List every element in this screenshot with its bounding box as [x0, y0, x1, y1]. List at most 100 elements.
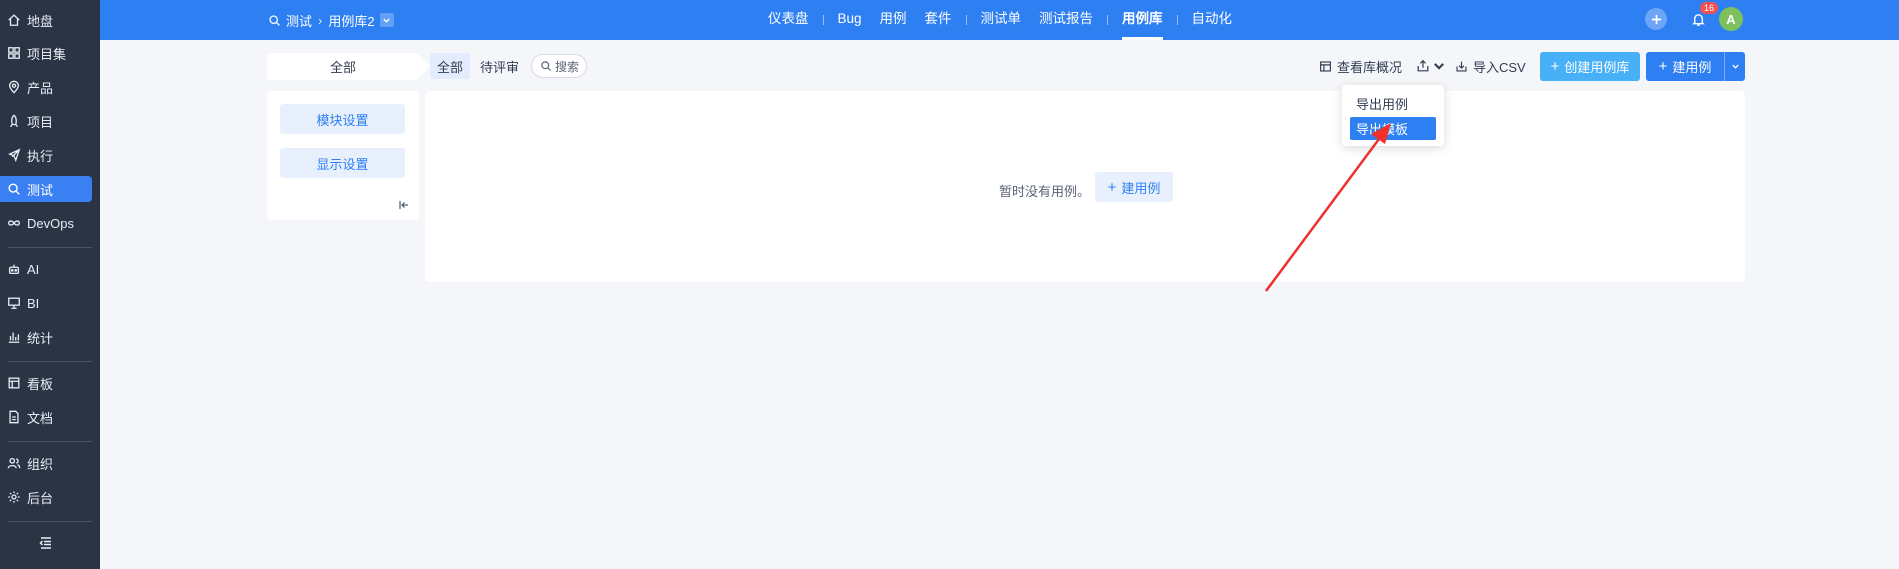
create-case-split-button: + 建用例 — [1646, 52, 1745, 81]
import-csv-button[interactable]: 导入CSV — [1455, 53, 1526, 79]
sidebar-item-org[interactable]: 组织 — [0, 450, 92, 476]
document-icon — [7, 410, 21, 424]
import-icon — [1456, 61, 1467, 72]
search-label: 搜索 — [555, 59, 580, 74]
sidebar-item-label: DevOps — [27, 215, 74, 231]
sidebar-item-bi[interactable]: BI — [0, 290, 92, 316]
sidebar-item-label: 统计 — [27, 330, 54, 346]
sidebar-item-label: BI — [27, 295, 40, 311]
bar-chart-icon — [7, 330, 21, 344]
people-icon — [7, 456, 21, 470]
top-navbar: 测试 › 用例库2 仪表盘 Bug 用例 套件 测试单 测试报告 用例库 自动化… — [100, 0, 1899, 40]
plus-icon: + — [1550, 58, 1560, 75]
sidebar-item-label: AI — [27, 261, 40, 277]
rocket-icon — [7, 114, 21, 128]
user-avatar[interactable]: A — [1719, 7, 1743, 31]
quick-create-button[interactable] — [1645, 8, 1667, 30]
sidebar-item-label: 测试 — [27, 182, 54, 198]
nav-bug[interactable]: Bug — [824, 0, 876, 40]
sidebar-item-project[interactable]: 项目 — [0, 108, 92, 134]
nav-suites[interactable]: 套件 — [921, 0, 966, 40]
sidebar-item-kanban[interactable]: 看板 — [0, 370, 92, 396]
sidebar-divider — [8, 521, 92, 522]
chevron-down-icon — [383, 18, 390, 23]
module-tree-panel: 模块设置 显示设置 — [267, 91, 419, 220]
annotation-arrow-icon — [1264, 123, 1391, 292]
import-csv-label: 导入CSV — [1473, 59, 1526, 75]
presentation-icon — [7, 296, 21, 310]
nav-cases[interactable]: 用例 — [876, 0, 921, 40]
nav-testtask[interactable]: 测试单 — [967, 0, 1036, 40]
tab-pending-review[interactable]: 待评审 — [480, 53, 519, 79]
infinity-icon — [7, 216, 21, 230]
plus-icon: + — [1107, 178, 1117, 196]
bell-icon — [1691, 13, 1705, 26]
display-settings-button[interactable]: 显示设置 — [280, 148, 405, 178]
sidebar-item-execution[interactable]: 执行 — [0, 142, 92, 168]
sidebar-item-program[interactable]: 项目集 — [0, 40, 92, 66]
notification-count-badge: 16 — [1700, 2, 1718, 14]
sidebar-item-label: 文档 — [27, 410, 54, 426]
sidebar-divider — [8, 247, 92, 248]
library-overview-button[interactable]: 查看库概况 — [1319, 53, 1402, 79]
plus-icon — [1651, 14, 1661, 24]
sidebar-item-devops[interactable]: DevOps — [0, 210, 92, 236]
sidebar-item-product[interactable]: 产品 — [0, 74, 92, 100]
breadcrumb-current[interactable]: 用例库2 — [328, 11, 374, 30]
sidebar-item-label: 组织 — [27, 456, 54, 472]
sidebar-item-docs[interactable]: 文档 — [0, 404, 92, 430]
breadcrumb-module[interactable]: 测试 — [286, 11, 312, 30]
sidebar-divider — [8, 361, 92, 362]
overview-label: 查看库概况 — [1337, 59, 1403, 75]
location-pin-icon — [7, 80, 21, 94]
tab-all[interactable]: 全部 — [430, 53, 470, 79]
search-button[interactable]: 搜索 — [531, 54, 587, 78]
sidebar-item-test[interactable]: 测试 — [0, 176, 92, 202]
empty-state-text: 暂时没有用例。 — [999, 183, 1091, 199]
chevron-down-icon — [1731, 64, 1739, 69]
create-case-label: 建用例 — [1672, 60, 1712, 75]
launch-icon — [7, 148, 21, 162]
sidebar-item-label: 看板 — [27, 376, 54, 392]
search-icon — [268, 14, 281, 27]
export-dropdown-menu: 导出用例 导出模板 — [1342, 85, 1444, 146]
sidebar-item-label: 执行 — [27, 148, 54, 164]
sidebar-item-admin[interactable]: 后台 — [0, 484, 92, 510]
sidebar-item-dashboard[interactable]: 地盘 — [0, 7, 92, 33]
export-icon — [1417, 59, 1429, 72]
create-library-button[interactable]: + 创建用例库 — [1540, 52, 1640, 81]
grid-icon — [7, 46, 21, 60]
plus-icon: + — [1658, 58, 1668, 75]
nav-caselib[interactable]: 用例库 — [1108, 0, 1177, 40]
robot-icon — [7, 262, 21, 276]
nav-testreport[interactable]: 测试报告 — [1035, 0, 1107, 40]
sidebar-item-label: 项目 — [27, 114, 54, 130]
create-case-more-button[interactable] — [1725, 62, 1745, 71]
sidebar-divider — [8, 441, 92, 442]
collapse-left-icon[interactable] — [398, 199, 410, 211]
nav-dashboard[interactable]: 仪表盘 — [754, 0, 823, 40]
breadcrumb: 测试 › 用例库2 — [268, 0, 394, 40]
home-icon — [7, 13, 21, 27]
library-switch-dropdown[interactable] — [379, 13, 394, 27]
sidebar-item-stats[interactable]: 统计 — [0, 324, 92, 350]
create-case-button[interactable]: + 建用例 — [1646, 52, 1725, 81]
chevron-down-icon — [1434, 63, 1444, 70]
menu-item-export-template[interactable]: 导出模板 — [1350, 117, 1436, 140]
case-list-panel: 暂时没有用例。 + 建用例 — [425, 91, 1745, 282]
sidebar-item-ai[interactable]: AI — [0, 256, 92, 282]
empty-create-case-button[interactable]: + 建用例 — [1095, 172, 1173, 202]
scope-selector[interactable]: 全部 — [267, 53, 419, 80]
nav-automation[interactable]: 自动化 — [1178, 0, 1247, 40]
search-icon — [541, 61, 551, 71]
sidebar-item-label: 地盘 — [27, 13, 54, 29]
menu-item-export-cases[interactable]: 导出用例 — [1350, 92, 1436, 115]
empty-create-case-label: 建用例 — [1121, 180, 1161, 196]
module-settings-button[interactable]: 模块设置 — [280, 104, 405, 134]
sidebar-item-label: 产品 — [27, 80, 54, 96]
search-icon — [7, 182, 21, 196]
export-dropdown-button[interactable] — [1416, 53, 1446, 79]
sidebar-item-label: 后台 — [27, 490, 54, 506]
collapse-menu-icon[interactable] — [38, 535, 54, 551]
table-icon — [1320, 60, 1331, 72]
